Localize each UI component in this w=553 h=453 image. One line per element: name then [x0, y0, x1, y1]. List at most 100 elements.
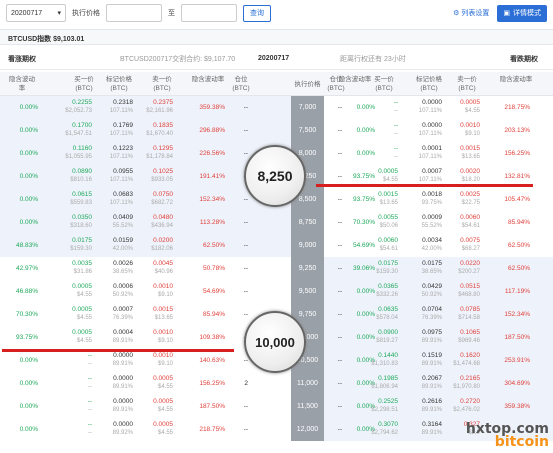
cell-p-bid[interactable]: 0.0005 $4.55 [368, 167, 398, 185]
cell-value: 0.2525 [378, 398, 398, 405]
cell-c-bid[interactable]: 0.0005 $4.55 [62, 282, 92, 300]
cell-value: 0.0429 [422, 283, 442, 290]
table-row[interactable]: 9,000 48.83% 0.0175 $159.30 0.0159 42.00% 0.02… [0, 234, 553, 257]
cell-c-pos: -- [228, 310, 248, 319]
cell-c-bid[interactable]: -- -- [62, 351, 92, 369]
table-row[interactable]: 8,750 0.00% 0.0350 $318.60 0.0409 55.52% 0.048… [0, 211, 553, 234]
cell-c-ask[interactable]: 0.0010 $9.10 [143, 282, 173, 300]
cell-p-bid[interactable]: 0.0060 $54.61 [368, 236, 398, 254]
cell-c-iv: 0.00% [6, 218, 38, 227]
cell-p-ask[interactable]: 0.1065 $969.46 [450, 328, 480, 346]
cell-c-ask[interactable]: 0.1025 $933.05 [143, 167, 173, 185]
cell-c-pos: -- [228, 425, 248, 434]
cell-value: 0.00% [19, 196, 38, 203]
table-row[interactable]: 11,000 0.00% -- -- 0.0000 89.91% 0.0005 $4.55 15… [0, 372, 553, 395]
cell-c-ask[interactable]: 0.0200 $182.06 [143, 236, 173, 254]
cell-p-bid[interactable]: 0.0635 $578.04 [368, 305, 398, 323]
cell-c-ask[interactable]: 0.0005 $4.55 [143, 420, 173, 438]
cell-c-mark: 0.0159 42.00% [101, 236, 133, 254]
cell-c-ask[interactable]: 0.1835 $1,670.40 [143, 121, 173, 139]
cell-p-bid[interactable]: 0.3070 $2,794.62 [368, 420, 398, 438]
cell-p-bid[interactable]: -- -- [368, 144, 398, 162]
cell-p-mark: 0.0034 42.00% [410, 236, 442, 254]
table-row[interactable]: 7,500 0.00% 0.1700 $1,547.51 0.1769 107.11% 0.… [0, 119, 553, 142]
cell-p-iv2: 132.81% [490, 172, 530, 181]
cell-p-bid[interactable]: -- -- [368, 98, 398, 116]
strike-min-input[interactable] [106, 4, 162, 22]
cell-c-ask[interactable]: 0.2375 $2,161.96 [143, 98, 173, 116]
strike-max-input[interactable] [181, 4, 237, 22]
query-button[interactable]: 查询 [243, 4, 271, 22]
cell-p-ask[interactable]: 0.0075 $68.27 [450, 236, 480, 254]
cell-value: 85.94% [202, 311, 225, 318]
cell-sub-value: $40.96 [154, 269, 173, 275]
cell-c-ask[interactable]: 0.0005 $4.55 [143, 397, 173, 415]
cell-sub-value: 93.75% [421, 200, 442, 206]
expiry-select[interactable]: 20200717 ▾ [6, 4, 66, 22]
cell-p-bid[interactable]: 0.2525 $2,298.51 [368, 397, 398, 415]
cell-c-bid[interactable]: -- -- [62, 420, 92, 438]
cell-c-ask[interactable]: 0.0005 $4.55 [143, 374, 173, 392]
cell-sub-value: $9.10 [157, 338, 173, 344]
cell-p-ask[interactable]: 0.0785 $714.58 [450, 305, 480, 323]
table-row[interactable]: 9,250 42.97% 0.0035 $31.86 0.0026 38.65% 0.004… [0, 257, 553, 280]
cell-c-ask[interactable]: 0.0015 $13.65 [143, 305, 173, 323]
cell-p-ask[interactable]: 0.0515 $468.80 [450, 282, 480, 300]
cell-value: -- [243, 357, 248, 364]
cell-value: 0.0060 [460, 214, 480, 221]
list-settings-button[interactable]: ⚙ 列表设置 [453, 8, 489, 18]
cell-c-ask[interactable]: 0.0045 $40.96 [143, 259, 173, 277]
cell-value: 0.0005 [153, 398, 173, 405]
hdr-call-bid: 买一价 (BTC) [74, 76, 94, 92]
cell-c-bid[interactable]: 0.0350 $318.60 [62, 213, 92, 231]
cell-p-ask[interactable]: 0.2720 $2,476.02 [450, 397, 480, 415]
cell-sub-value: -- [88, 361, 92, 367]
cell-c-iv2: 187.50% [185, 402, 225, 411]
cell-c-bid[interactable]: -- -- [62, 374, 92, 392]
cell-p-bid[interactable]: 0.1985 $1,806.94 [368, 374, 398, 392]
cell-p-bid[interactable]: 0.1440 $1,310.83 [368, 351, 398, 369]
cell-p-bid[interactable]: 0.0365 $332.26 [368, 282, 398, 300]
table-row[interactable]: 11,500 0.00% -- -- 0.0000 89.91% 0.0005 $4.55 18… [0, 395, 553, 418]
cell-c-bid[interactable]: 0.1700 $1,547.51 [62, 121, 92, 139]
cell-c-bid[interactable]: -- -- [62, 397, 92, 415]
cell-p-ask[interactable]: 0.1620 $1,474.68 [450, 351, 480, 369]
cell-c-bid[interactable]: 0.1160 $1,055.95 [62, 144, 92, 162]
table-row[interactable]: 9,500 46.88% 0.0005 $4.55 0.0006 50.92% 0.0010… [0, 280, 553, 303]
cell-value: -- [243, 242, 248, 249]
detail-mode-button[interactable]: ▣ 详情模式 [497, 4, 547, 22]
cell-p-ask[interactable]: 0.0220 $200.27 [450, 259, 480, 277]
cell-p-bid[interactable]: 0.0055 $50.06 [368, 213, 398, 231]
cell-p-bid[interactable]: 0.0175 $159.30 [368, 259, 398, 277]
cell-c-bid[interactable]: 0.2255 $2,052.73 [62, 98, 92, 116]
cell-c-bid[interactable]: 0.0035 $31.86 [62, 259, 92, 277]
cell-c-ask[interactable]: 0.0010 $9.10 [143, 351, 173, 369]
cell-c-iv2: 156.25% [185, 379, 225, 388]
cell-c-ask[interactable]: 0.0480 $436.94 [143, 213, 173, 231]
cell-sub-value: $559.83 [70, 200, 92, 206]
cell-p-bid[interactable]: -- -- [368, 121, 398, 139]
cell-p-ask[interactable]: 0.0025 $22.75 [450, 190, 480, 208]
cell-c-ask[interactable]: 0.0750 $682.72 [143, 190, 173, 208]
cell-p-ask[interactable]: 0.0010 $9.10 [450, 121, 480, 139]
cell-p-iv2: 156.25% [490, 149, 530, 158]
cell-p-ask[interactable]: 0.0060 $54.61 [450, 213, 480, 231]
cell-c-ask[interactable]: 0.1295 $1,178.84 [143, 144, 173, 162]
cell-value: 0.0000 [422, 99, 442, 106]
cell-c-bid[interactable]: 0.0005 $4.55 [62, 305, 92, 323]
cell-p-ask[interactable]: 0.2165 $1,970.80 [450, 374, 480, 392]
cell-p-bid[interactable]: 0.0900 $819.27 [368, 328, 398, 346]
table-row[interactable]: 7,000 0.00% 0.2255 $2,052.73 0.2318 107.11% 0.… [0, 96, 553, 119]
to-label: 至 [168, 10, 175, 17]
cell-p-ask[interactable]: 0.0015 $13.65 [450, 144, 480, 162]
cell-c-bid[interactable]: 0.0615 $559.83 [62, 190, 92, 208]
cell-c-bid[interactable]: 0.0890 $810.16 [62, 167, 92, 185]
cell-p-ask[interactable]: 0.0005 $4.55 [450, 98, 480, 116]
cell-p-ask[interactable]: 0.0020 $18.20 [450, 167, 480, 185]
table-header: 隐含波动率 买一价 (BTC) 标记价格 (BTC) 卖一价 (BTC) 隐含波动率 … [0, 72, 553, 96]
cell-c-bid[interactable]: 0.0005 $4.55 [62, 328, 92, 346]
cell-c-bid[interactable]: 0.0175 $159.30 [62, 236, 92, 254]
cell-p-bid[interactable]: 0.0015 $13.65 [368, 190, 398, 208]
cell-c-ask[interactable]: 0.0010 $9.10 [143, 328, 173, 346]
toolbar: 20200717 ▾ 执行价格 至 查询 ⚙ 列表设置 ▣ 详情模式 [0, 0, 553, 26]
